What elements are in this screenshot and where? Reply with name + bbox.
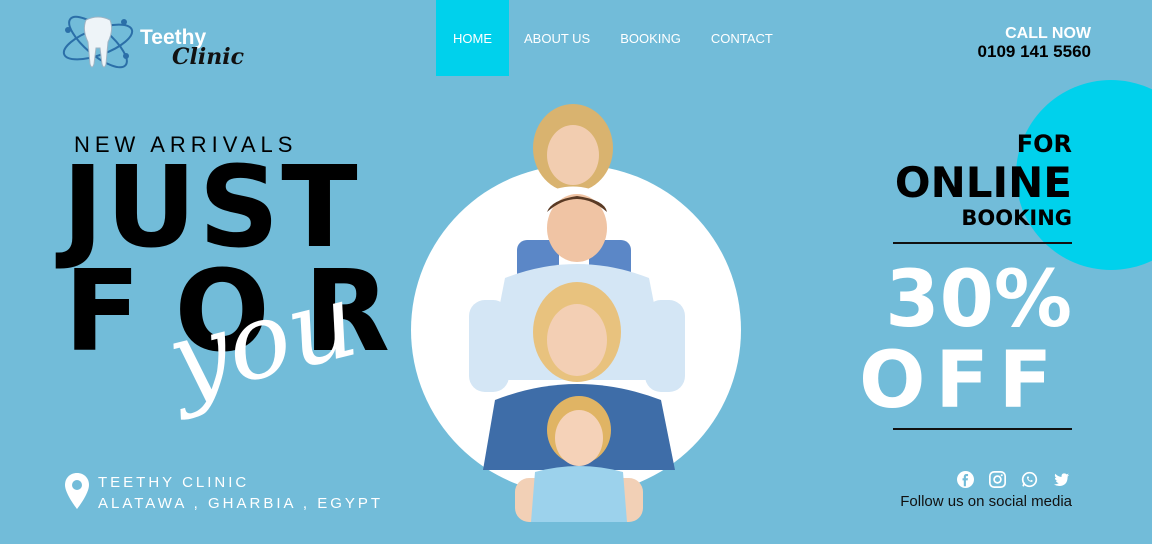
location-pin-icon [65, 473, 89, 509]
nav-item-home[interactable]: HOME [436, 0, 509, 76]
main-nav: HOME ABOUT US BOOKING CONTACT [436, 0, 788, 76]
address-line-2: ALATAWA , GHARBIA , EGYPT [98, 495, 384, 512]
nav-item-booking[interactable]: BOOKING [605, 0, 696, 76]
promo-divider-bottom [893, 428, 1072, 430]
nav-item-about-us[interactable]: ABOUT US [509, 0, 605, 76]
twitter-icon[interactable] [1053, 471, 1070, 488]
page-bottom-border [0, 544, 1152, 548]
phone-number[interactable]: 0109 141 5560 [978, 42, 1091, 61]
call-now-block[interactable]: CALL NOW 0109 141 5560 [978, 25, 1091, 61]
call-now-label: CALL NOW [1005, 25, 1091, 42]
clinic-address: TEETHY CLINIC ALATAWA , GHARBIA , EGYPT [64, 472, 383, 514]
social-links [957, 471, 1070, 488]
family-stacked-photo [469, 104, 685, 522]
nav-item-contact[interactable]: CONTACT [696, 0, 788, 76]
promo-online: ONLINE [894, 158, 1072, 207]
instagram-icon[interactable] [989, 471, 1006, 488]
whatsapp-icon[interactable] [1021, 471, 1038, 488]
promo-discount-off: OFF [859, 336, 1062, 426]
brand-name-clinic: Clinic [172, 44, 244, 70]
promo-booking: BOOKING [961, 206, 1072, 230]
brand-logo[interactable]: Teethy Clinic [60, 8, 244, 78]
promo-divider-top [893, 242, 1072, 244]
promo-discount-percent: 30% [885, 255, 1072, 345]
follow-us-text: Follow us on social media [900, 493, 1072, 510]
tooth-orbit-icon [62, 15, 134, 69]
promo-for: FOR [1016, 130, 1072, 158]
facebook-icon[interactable] [957, 471, 974, 488]
address-line-1: TEETHY CLINIC [98, 474, 250, 491]
